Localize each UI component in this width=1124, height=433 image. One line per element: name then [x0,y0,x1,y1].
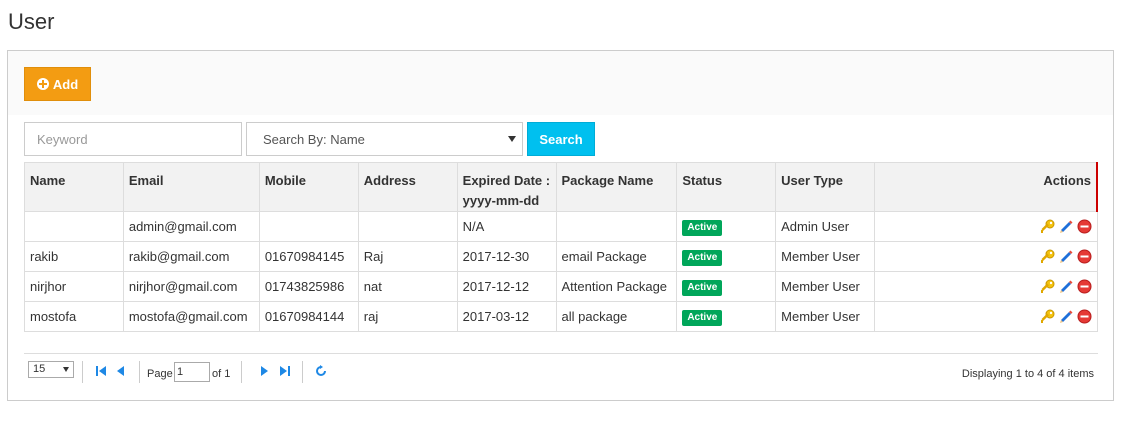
table-row[interactable]: mostofa mostofa@gmail.com 01670984144 raj 20… [24,301,1098,332]
cell-actions [874,241,1098,272]
pencil-icon[interactable] [1058,249,1074,265]
key-icon[interactable] [1039,309,1055,325]
cell-actions [874,271,1098,302]
header-email[interactable]: Email [122,162,260,212]
cell-actions [874,301,1098,332]
divider [82,361,83,383]
divider [139,361,140,383]
cell-expired: 2017-03-12 [456,301,557,332]
cell-status: Active [676,211,777,242]
pagination-bar: 15 Page 1 of 1 Displaying 1 to 4 of 4 it… [24,353,1098,390]
delete-icon[interactable] [1077,279,1092,294]
cell-package: all package [555,301,678,332]
cell-name: rakib [24,241,124,272]
divider [302,361,303,383]
key-icon[interactable] [1039,219,1055,235]
header-expired-line2: yyyy-mm-dd [462,193,540,208]
cell-email: admin@gmail.com [122,211,260,242]
header-address[interactable]: Address [357,162,458,212]
prev-page-icon[interactable] [116,365,126,377]
status-badge: Active [682,249,723,266]
cell-package [555,211,678,242]
cell-email: rakib@gmail.com [122,241,260,272]
header-status[interactable]: Status [676,162,777,212]
cell-expired: 2017-12-30 [456,241,557,272]
delete-icon[interactable] [1077,219,1092,234]
keyword-input[interactable] [24,122,242,156]
status-badge: Active [682,309,723,326]
page-title: User [8,9,55,34]
refresh-icon[interactable] [315,365,327,377]
header-expired-date[interactable]: Expired Date : yyyy-mm-dd [456,162,557,212]
table-row[interactable]: rakib rakib@gmail.com 01670984145 Raj 2017-1… [24,241,1098,272]
cell-name: mostofa [24,301,124,332]
status-badge: Active [682,279,723,296]
cell-package: Attention Package [555,271,678,302]
cell-email: mostofa@gmail.com [122,301,260,332]
page-label: Page [147,368,173,380]
cell-mobile: 01670984144 [258,301,359,332]
cell-address: nat [357,271,458,302]
page-number-input[interactable]: 1 [174,362,210,382]
cell-address: raj [357,301,458,332]
cell-actions [874,211,1098,242]
cell-name [24,211,124,242]
cell-usertype: Member User [775,241,875,272]
pencil-icon[interactable] [1058,279,1074,295]
user-panel: Add Search By: Name Search Name Email Mo… [7,50,1114,401]
header-expired-line1: Expired Date : [462,173,551,188]
panel-toolbar [8,51,1113,115]
cell-expired: N/A [456,211,557,242]
header-package[interactable]: Package Name [555,162,678,212]
users-table: Name Email Mobile Address Expired Date :… [24,162,1098,332]
pencil-icon[interactable] [1058,219,1074,235]
cell-usertype: Member User [775,301,875,332]
table-row[interactable]: nirjhor nirjhor@gmail.com 01743825986 nat 20… [24,271,1098,302]
divider [241,361,242,383]
page-size-value: 15 [33,363,46,375]
cell-package: email Package [555,241,678,272]
page-of-label: of 1 [212,368,231,380]
cell-status: Active [676,271,777,302]
cell-address: Raj [357,241,458,272]
search-by-select[interactable]: Search By: Name [246,122,523,156]
table-header-row: Name Email Mobile Address Expired Date :… [24,162,1098,212]
header-actions: Actions [874,162,1098,212]
cell-mobile [258,211,359,242]
cell-mobile: 01670984145 [258,241,359,272]
delete-icon[interactable] [1077,249,1092,264]
cell-status: Active [676,301,777,332]
chevron-down-icon [63,367,69,372]
search-by-value: Search By: Name [263,131,365,147]
delete-icon[interactable] [1077,309,1092,324]
displaying-text: Displaying 1 to 4 of 4 items [961,368,1094,380]
add-button-label: Add [52,76,79,92]
status-badge: Active [682,219,723,236]
header-mobile[interactable]: Mobile [258,162,359,212]
chevron-down-icon [508,136,516,142]
cell-expired: 2017-12-12 [456,271,557,302]
cell-status: Active [676,241,777,272]
cell-usertype: Member User [775,271,875,302]
page-size-select[interactable]: 15 [28,361,74,378]
table-row[interactable]: admin@gmail.com N/A Active Admin User [24,211,1098,242]
header-usertype[interactable]: User Type [775,162,875,212]
search-button[interactable]: Search [527,122,595,156]
key-icon[interactable] [1039,279,1055,295]
header-name[interactable]: Name [24,162,124,212]
last-page-icon[interactable] [279,365,291,377]
cell-email: nirjhor@gmail.com [122,271,260,302]
cell-name: nirjhor [24,271,124,302]
pencil-icon[interactable] [1058,309,1074,325]
plus-circle-icon [36,78,49,90]
add-button[interactable]: Add [24,67,91,101]
cell-usertype: Admin User [775,211,875,242]
cell-address [357,211,458,242]
first-page-icon[interactable] [95,365,107,377]
next-page-icon[interactable] [259,365,269,377]
cell-mobile: 01743825986 [258,271,359,302]
key-icon[interactable] [1039,249,1055,265]
